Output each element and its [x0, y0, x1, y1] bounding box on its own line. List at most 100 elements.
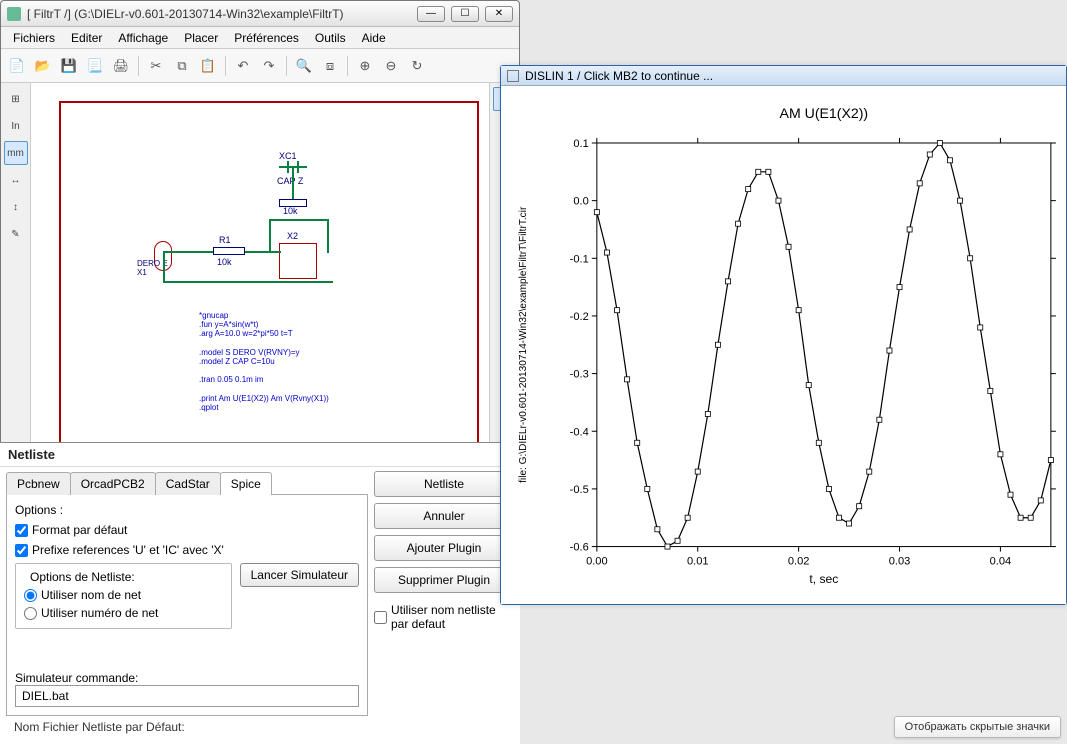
wire: [163, 281, 333, 283]
find-icon[interactable]: 🔍: [292, 54, 316, 78]
svg-text:-0.1: -0.1: [570, 254, 589, 266]
netlist-options-legend: Options de Netliste:: [26, 570, 139, 584]
cb-prefix[interactable]: [15, 544, 28, 557]
sim-cmd-input[interactable]: [15, 685, 359, 707]
editor-titlebar[interactable]: [ FiltrT /] (G:\DIELr-v0.601-20130714-Wi…: [1, 1, 519, 27]
radio-netnum[interactable]: [24, 607, 37, 620]
plot-window-title: DISLIN 1 / Click MB2 to continue ...: [525, 69, 713, 83]
cut-icon[interactable]: ✂: [144, 54, 168, 78]
toolbar-separator: [225, 56, 226, 76]
window-title: [ FiltrT /] (G:\DIELr-v0.601-20130714-Wi…: [27, 7, 417, 21]
close-button[interactable]: ✕: [485, 6, 513, 22]
spice-annotations: *gnucap .fun y=A*sin(w*t) .arg A=10.0 w=…: [199, 311, 329, 412]
menu-editer[interactable]: Editer: [63, 29, 110, 47]
tab-pcbnew[interactable]: Pcbnew: [6, 472, 71, 495]
cb-format-row[interactable]: Format par défaut: [15, 523, 359, 537]
wire: [163, 251, 165, 283]
wire: [269, 219, 329, 221]
toolbar-separator: [286, 56, 287, 76]
grid-icon[interactable]: ⊞: [4, 87, 28, 111]
snap-v-icon[interactable]: ↕: [4, 195, 28, 219]
tab-spice[interactable]: Spice: [220, 472, 272, 495]
r1-symbol: [213, 247, 245, 255]
pencil-icon[interactable]: ✎: [4, 222, 28, 246]
svg-text:-0.4: -0.4: [570, 427, 589, 439]
svg-text:-0.3: -0.3: [570, 369, 589, 381]
menu-placer[interactable]: Placer: [176, 29, 226, 47]
toolbar-separator: [138, 56, 139, 76]
cb-default-netlist[interactable]: [374, 611, 387, 624]
cb-prefix-row[interactable]: Prefixe references 'U' et 'IC' avec 'X': [15, 543, 359, 557]
wire: [163, 251, 213, 253]
svg-text:file: G:\DIELr-v0.601-20130714: file: G:\DIELr-v0.601-20130714-Win32\exa…: [518, 207, 529, 484]
zoom-out-icon[interactable]: ⊖: [379, 54, 403, 78]
tab-orcad[interactable]: OrcadPCB2: [70, 472, 156, 495]
svg-text:0.02: 0.02: [788, 556, 810, 568]
cb-prefix-label: Prefixe references 'U' et 'IC' avec 'X': [32, 543, 224, 557]
undo-icon[interactable]: ↶: [231, 54, 255, 78]
wire: [292, 167, 294, 199]
cap-plate: [297, 161, 299, 173]
minimize-button[interactable]: —: [417, 6, 445, 22]
tab-cadstar[interactable]: CadStar: [155, 472, 221, 495]
copy-icon[interactable]: ⧉: [170, 54, 194, 78]
netlist-dialog-title: Netliste: [0, 443, 520, 467]
plot-area[interactable]: AM U(E1(X2))file: G:\DIELr-v0.601-201307…: [501, 86, 1066, 604]
run-simulator-button[interactable]: Lancer Simulateur: [240, 563, 359, 587]
unit-in-button[interactable]: In: [4, 114, 28, 138]
menu-fichiers[interactable]: Fichiers: [5, 29, 63, 47]
open-icon[interactable]: 📂: [31, 54, 55, 78]
wire: [245, 251, 281, 253]
menu-affichage[interactable]: Affichage: [110, 29, 176, 47]
svg-text:0.00: 0.00: [586, 556, 608, 568]
menubar: Fichiers Editer Affichage Placer Préfére…: [1, 27, 519, 49]
print-icon[interactable]: 🖨: [109, 54, 133, 78]
radio-name-row[interactable]: Utiliser nom de net: [24, 588, 223, 602]
paste-icon[interactable]: 📋: [196, 54, 220, 78]
svg-text:0.04: 0.04: [990, 556, 1012, 568]
page-setup-icon[interactable]: 📃: [83, 54, 107, 78]
netlist-generate-button[interactable]: Netliste: [374, 471, 514, 497]
netlist-panel: Options : Format par défaut Prefixe refe…: [6, 495, 368, 716]
new-icon[interactable]: 📄: [5, 54, 29, 78]
tray-tooltip[interactable]: Отображать скрытые значки: [894, 716, 1061, 738]
r1-ref: R1: [219, 235, 231, 245]
options-heading: Options :: [15, 503, 359, 517]
plot-titlebar[interactable]: DISLIN 1 / Click MB2 to continue ...: [501, 66, 1066, 86]
svg-text:-0.2: -0.2: [570, 311, 589, 323]
svg-text:0.01: 0.01: [687, 556, 709, 568]
refresh-icon[interactable]: ↻: [405, 54, 429, 78]
r1-val: 10k: [217, 257, 232, 267]
main-toolbar: 📄 📂 💾 📃 🖨 ✂ ⧉ 📋 ↶ ↷ 🔍 ⧈ ⊕ ⊖ ↻: [1, 49, 519, 83]
netlist-dialog: Netliste Pcbnew OrcadPCB2 CadStar Spice …: [0, 442, 520, 744]
cb-format[interactable]: [15, 524, 28, 537]
redo-icon[interactable]: ↷: [257, 54, 281, 78]
radio-num-row[interactable]: Utiliser numéro de net: [24, 606, 223, 620]
zoom-in-icon[interactable]: ⊕: [353, 54, 377, 78]
wire: [269, 219, 271, 253]
menu-preferences[interactable]: Préférences: [226, 29, 307, 47]
netlist-add-plugin-button[interactable]: Ajouter Plugin: [374, 535, 514, 561]
netlist-buttons-col: Netliste Annuler Ajouter Plugin Supprime…: [374, 471, 514, 738]
menu-outils[interactable]: Outils: [307, 29, 354, 47]
cap-val: CAP Z: [277, 176, 303, 186]
radio-netname[interactable]: [24, 589, 37, 602]
cap-r: 10k: [283, 206, 298, 216]
chart-svg: AM U(E1(X2))file: G:\DIELr-v0.601-201307…: [501, 86, 1066, 604]
resistor-symbol: [279, 199, 307, 207]
netlist-del-plugin-button[interactable]: Supprimer Plugin: [374, 567, 514, 593]
svg-text:-0.5: -0.5: [570, 484, 589, 496]
lib-icon[interactable]: ⧈: [318, 54, 342, 78]
radio-netnum-label: Utiliser numéro de net: [41, 606, 158, 620]
unit-mm-button[interactable]: mm: [4, 141, 28, 165]
menu-aide[interactable]: Aide: [354, 29, 394, 47]
radio-netname-label: Utiliser nom de net: [41, 588, 141, 602]
cb-default-netlist-row[interactable]: Utiliser nom netliste par defaut: [374, 603, 514, 631]
netlist-footer: Nom Fichier Netliste par Défaut:: [6, 716, 368, 738]
app-icon: [7, 7, 21, 21]
cb-format-label: Format par défaut: [32, 523, 127, 537]
maximize-button[interactable]: ☐: [451, 6, 479, 22]
snap-h-icon[interactable]: ↔: [4, 168, 28, 192]
netlist-cancel-button[interactable]: Annuler: [374, 503, 514, 529]
save-icon[interactable]: 💾: [57, 54, 81, 78]
